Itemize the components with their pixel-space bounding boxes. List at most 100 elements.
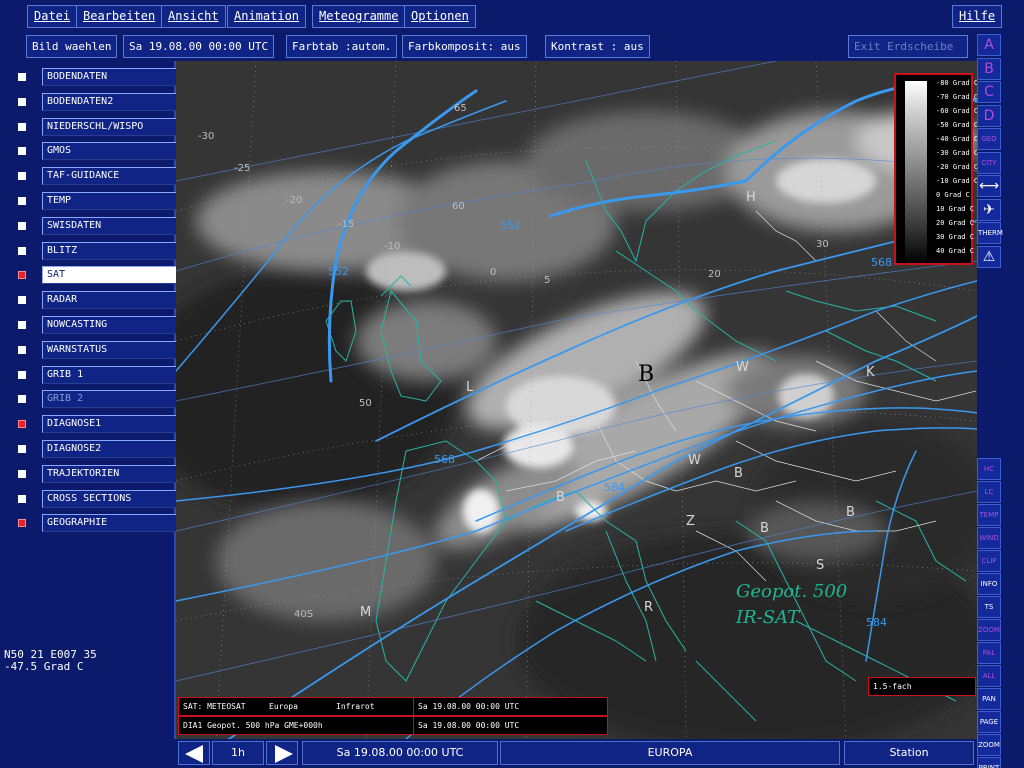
layer-button[interactable]: WARNSTATUS xyxy=(42,340,178,359)
layer-checkbox[interactable] xyxy=(18,296,26,305)
exit-erdscheibe-button[interactable]: Exit Erdscheibe xyxy=(848,35,968,58)
pressure-label: K xyxy=(866,365,875,380)
legend-label: -60 Grad C xyxy=(936,107,979,115)
tool-button[interactable]: PAL xyxy=(977,642,1001,664)
overlay-title: Geopot. 500 xyxy=(736,581,847,602)
legend-label: 30 Grad C xyxy=(936,233,974,241)
menu-datei[interactable]: Datei xyxy=(27,5,78,28)
station-button[interactable]: Station xyxy=(844,741,974,765)
tool-button[interactable]: ⟷ xyxy=(977,175,1001,197)
layer-checkbox[interactable] xyxy=(18,494,26,503)
tool-button[interactable]: TEMP xyxy=(977,504,1001,526)
layer-checkbox[interactable] xyxy=(18,469,26,478)
layer-button[interactable]: GEOGRAPHIE xyxy=(42,514,178,533)
grid-label: 5 xyxy=(544,275,550,286)
layer-checkbox[interactable] xyxy=(18,246,26,255)
layer-button[interactable]: CROSS SECTIONS xyxy=(42,489,178,508)
tool-button[interactable]: ZOOM xyxy=(977,619,1001,641)
layer-checkbox[interactable] xyxy=(18,221,26,230)
layer-checkbox[interactable] xyxy=(18,147,26,156)
menu-meteogramme[interactable]: Meteogramme xyxy=(312,5,406,28)
tool-button[interactable]: CITY xyxy=(977,151,1001,174)
grid-label: 40S xyxy=(294,609,313,620)
info-sat-channel: Infrarot xyxy=(336,702,375,711)
layer-button[interactable]: NOWCASTING xyxy=(42,316,178,334)
menu-animation[interactable]: Animation xyxy=(227,5,307,28)
layer-checkbox[interactable] xyxy=(18,395,26,404)
tool-button[interactable]: INFO xyxy=(977,573,1001,595)
layer-checkbox[interactable] xyxy=(18,445,26,453)
legend-label: -50 Grad C xyxy=(936,121,979,129)
layer-checkbox[interactable] xyxy=(18,519,26,528)
tool-button[interactable]: TS xyxy=(977,596,1001,618)
tool-button[interactable]: THERM xyxy=(977,222,1003,244)
menu-optionen[interactable]: Optionen xyxy=(404,5,476,28)
tool-button[interactable]: C xyxy=(977,81,1001,103)
layer-button[interactable]: BLITZ xyxy=(42,241,178,260)
farbkomposit-button[interactable]: Farbkomposit: aus xyxy=(402,35,527,58)
grid-label: 20 xyxy=(708,269,721,280)
layer-button[interactable]: NIEDERSCHL/WISPO xyxy=(42,117,178,136)
layer-button[interactable]: DIAGNOSE1 xyxy=(42,415,178,434)
layer-checkbox[interactable] xyxy=(18,271,26,280)
tool-button[interactable]: ⚠ xyxy=(977,245,1001,268)
layer-checkbox[interactable] xyxy=(18,97,26,106)
layer-button[interactable]: TRAJEKTORIEN xyxy=(42,464,178,483)
zoom-indicator: 1.5-fach xyxy=(868,677,976,696)
layer-checkbox[interactable] xyxy=(18,172,26,181)
grid-label: 0 xyxy=(490,267,496,278)
tool-button[interactable]: GEO xyxy=(977,128,1001,150)
tool-button[interactable]: LC xyxy=(977,481,1001,503)
layer-checkbox[interactable] xyxy=(18,420,26,429)
layer-checkbox[interactable] xyxy=(18,122,26,131)
step-size-button[interactable]: 1h xyxy=(212,741,264,765)
farbtab-button[interactable]: Farbtab :autom. xyxy=(286,35,398,58)
layer-checkbox[interactable] xyxy=(18,370,26,379)
tool-button[interactable]: CLIP xyxy=(977,550,1001,572)
datetime-button[interactable]: Sa 19.08.00 00:00 UTC xyxy=(123,35,275,58)
tool-button[interactable]: PAGE xyxy=(977,711,1001,733)
menu-hilfe[interactable]: Hilfe xyxy=(952,5,1003,28)
grid-label: -20 xyxy=(286,195,302,206)
layer-checkbox[interactable] xyxy=(18,345,26,354)
tool-button[interactable]: PRINT xyxy=(977,757,1001,768)
bild-waehlen-button[interactable]: Bild waehlen xyxy=(26,35,118,58)
menu-bar: Datei Bearbeiten Ansicht Animation Meteo… xyxy=(0,0,1024,33)
layer-button[interactable]: GRIB 1 xyxy=(42,365,178,384)
layer-button[interactable]: TEMP xyxy=(42,192,178,210)
pressure-label: M xyxy=(360,605,371,620)
layer-checkbox[interactable] xyxy=(18,321,26,329)
layer-button[interactable]: BODENDATEN xyxy=(42,68,178,86)
layer-button[interactable]: BODENDATEN2 xyxy=(42,92,178,111)
tool-button[interactable]: A xyxy=(977,34,1001,56)
layer-button[interactable]: TAF-GUIDANCE xyxy=(42,167,178,186)
layer-button[interactable]: GMOS xyxy=(42,142,178,161)
tool-button[interactable]: HC xyxy=(977,458,1001,480)
pressure-label: H xyxy=(746,190,756,205)
time-display-button[interactable]: Sa 19.08.00 00:00 UTC xyxy=(302,741,498,765)
info-sat-product: SAT: METEOSAT xyxy=(183,702,246,711)
step-back-button[interactable] xyxy=(178,741,210,765)
layer-checkbox[interactable] xyxy=(18,73,26,81)
menu-bearbeiten[interactable]: Bearbeiten xyxy=(76,5,163,28)
layer-button[interactable]: SWISDATEN xyxy=(42,216,178,235)
layer-checkbox[interactable] xyxy=(18,197,26,205)
tool-button[interactable]: D xyxy=(977,104,1001,127)
step-forward-button[interactable] xyxy=(266,741,298,765)
tool-button[interactable]: PAN xyxy=(977,688,1001,710)
tool-button[interactable]: ✈ xyxy=(977,198,1001,221)
tool-button[interactable]: B xyxy=(977,57,1001,80)
layer-button[interactable]: DIAGNOSE2 xyxy=(42,440,178,458)
kontrast-button[interactable]: Kontrast : aus xyxy=(545,35,650,58)
layer-button[interactable]: GRIB 2 xyxy=(42,390,178,409)
layer-button[interactable]: RADAR xyxy=(42,291,178,310)
map-view[interactable]: 552 568 584 568 584 552 65 60 -30 -25 -2… xyxy=(176,61,977,739)
contour-label: 552 xyxy=(328,265,349,278)
tool-button[interactable]: WIND xyxy=(977,527,1001,549)
layer-button[interactable]: SAT xyxy=(42,266,178,285)
grid-label: 30 xyxy=(816,239,829,250)
menu-ansicht[interactable]: Ansicht xyxy=(161,5,226,28)
tool-button[interactable]: ZOOM xyxy=(977,734,1001,756)
region-button[interactable]: EUROPA xyxy=(500,741,840,765)
tool-button[interactable]: ALL xyxy=(977,665,1001,687)
